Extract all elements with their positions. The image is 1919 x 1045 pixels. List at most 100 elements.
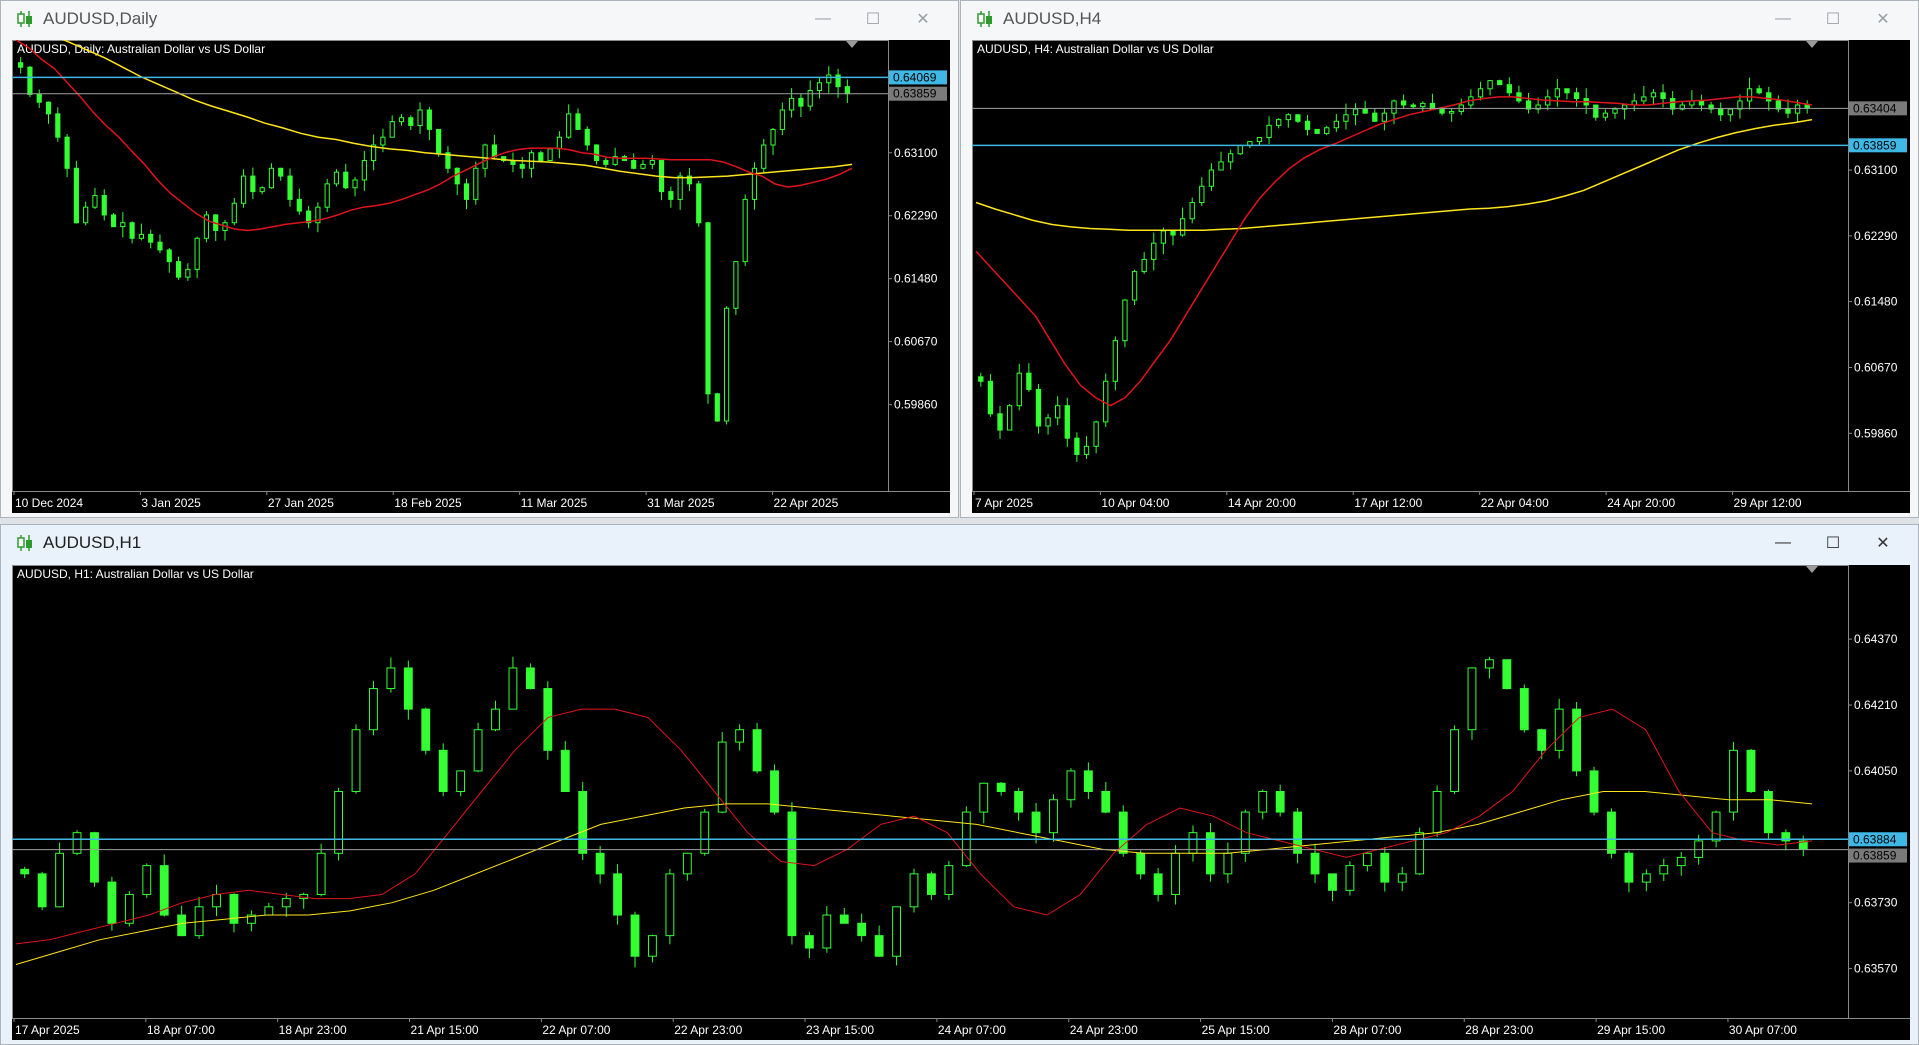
y-tick-label: 0.64050 — [1854, 764, 1898, 778]
candle-body-bear — [18, 62, 24, 68]
candle-body-bear — [578, 791, 588, 854]
candle — [1171, 845, 1180, 905]
candle — [987, 374, 994, 417]
price-chart-daily[interactable]: AUDUSD, Daily: Australian Dollar vs US D… — [12, 40, 950, 513]
candle-body-bear — [1362, 108, 1368, 114]
candle-body-bull — [1794, 104, 1801, 114]
chart-area-daily[interactable]: AUDUSD, Daily: Australian Dollar vs US D… — [12, 40, 950, 513]
candle-body-bull — [1199, 185, 1205, 204]
candle-body-bull — [417, 109, 423, 127]
candle — [436, 128, 442, 157]
titlebar-daily[interactable]: AUDUSD,Daily — ☐ ✕ — [1, 1, 958, 37]
candle — [138, 223, 144, 241]
candle-body-bear — [1660, 92, 1666, 100]
candle — [1112, 336, 1118, 391]
candle — [1381, 108, 1388, 131]
candle-body-bear — [20, 868, 30, 875]
maximize-button[interactable]: ☐ — [1808, 1, 1858, 37]
titlebar-h4[interactable]: AUDUSD,H4 — ☐ ✕ — [961, 1, 1918, 37]
candle — [1763, 789, 1773, 840]
candle — [1227, 149, 1234, 170]
candle — [1276, 118, 1282, 129]
maximize-button[interactable]: ☐ — [1808, 525, 1858, 561]
plot-border — [12, 565, 1849, 1019]
maximize-icon: ☐ — [1825, 535, 1841, 552]
candle-body-bear — [37, 873, 47, 908]
level-price-tag-text: 0.64069 — [893, 70, 937, 84]
window-title: AUDUSD,H1 — [43, 533, 142, 552]
chart-area-h4[interactable]: AUDUSD, H4: Australian Dollar vs US Doll… — [972, 40, 1910, 513]
candle-body-bull — [1487, 80, 1493, 90]
candle-body-bull — [1324, 127, 1330, 134]
candle — [55, 107, 61, 142]
candle — [566, 104, 572, 139]
candle-body-bull — [807, 90, 813, 107]
close-button[interactable]: ✕ — [898, 1, 948, 37]
close-icon: ✕ — [1876, 11, 1890, 28]
candle-body-bear — [519, 163, 525, 169]
candle-body-bull — [369, 688, 378, 731]
candle — [1400, 94, 1407, 110]
candle — [1266, 116, 1272, 145]
candle — [927, 871, 936, 900]
candle-body-bear — [798, 97, 804, 107]
candle-body-bear — [343, 171, 349, 189]
x-tick-label: 31 Mar 2025 — [647, 496, 715, 510]
minimize-button[interactable]: — — [1758, 1, 1808, 37]
candle-body-bull — [682, 852, 692, 875]
candle — [1593, 104, 1599, 121]
y-tick-label: 0.60670 — [1854, 360, 1898, 374]
candle-body-bull — [789, 97, 795, 111]
maximize-button[interactable]: ☐ — [848, 1, 898, 37]
chart-area-h1[interactable]: AUDUSD, H1: Australian Dollar vs US Doll… — [12, 565, 1910, 1040]
candle — [996, 782, 1006, 796]
candle-body-bull — [281, 898, 291, 908]
candle-body-bull — [1141, 258, 1147, 273]
candle-body-bull — [1049, 799, 1058, 834]
candle-body-bull — [816, 82, 823, 92]
y-tick-label: 0.60670 — [894, 335, 938, 349]
titlebar-h1[interactable]: AUDUSD,H1 — ☐ ✕ — [1, 525, 1918, 561]
y-tick-label: 0.63570 — [1854, 962, 1898, 976]
candle — [1689, 90, 1695, 109]
candle — [1468, 89, 1474, 110]
candle-body-bear — [36, 93, 42, 103]
candle — [1612, 107, 1618, 119]
chart-window-daily[interactable]: AUDUSD,Daily — ☐ ✕ AUDUSD, Daily: Austra… — [0, 0, 959, 518]
chart-window-h4[interactable]: AUDUSD,H4 — ☐ ✕ AUDUSD, H4: Australian D… — [960, 0, 1919, 518]
candle — [299, 892, 309, 909]
candle-body-bear — [1380, 852, 1390, 883]
candle — [1729, 742, 1738, 821]
moving-average-fast — [15, 40, 853, 232]
candle — [316, 843, 326, 897]
x-tick-label: 18 Feb 2025 — [394, 496, 462, 510]
candle — [107, 876, 117, 931]
candle — [324, 178, 330, 213]
candle-body-bear — [1031, 811, 1041, 834]
bid-price-tag-text: 0.63859 — [1853, 849, 1897, 863]
minimize-button[interactable]: — — [798, 1, 848, 37]
candle-body-bull — [1188, 832, 1198, 854]
candle-body-bear — [177, 914, 187, 937]
candle-body-bull — [352, 179, 358, 189]
x-tick-label: 28 Apr 23:00 — [1465, 1023, 1533, 1037]
chart-window-h1[interactable]: AUDUSD,H1 — ☐ ✕ AUDUSD, H1: Australian D… — [0, 524, 1919, 1045]
price-chart-h1[interactable]: AUDUSD, H1: Australian Dollar vs US Doll… — [12, 565, 1910, 1040]
candle — [1537, 728, 1547, 760]
candle — [296, 188, 302, 215]
candle — [1624, 850, 1634, 893]
close-button[interactable]: ✕ — [1858, 525, 1908, 561]
close-button[interactable]: ✕ — [1858, 1, 1908, 37]
candle — [352, 176, 358, 197]
price-chart-h4[interactable]: AUDUSD, H4: Australian Dollar vs US Doll… — [972, 40, 1910, 513]
candle-body-bear — [631, 160, 637, 169]
candle — [421, 707, 431, 755]
minimize-button[interactable]: — — [1758, 525, 1808, 561]
candle — [64, 133, 70, 178]
candle-body-bull — [1484, 659, 1494, 669]
candle-body-bear — [1304, 120, 1311, 130]
candle — [473, 722, 483, 773]
candle-body-bull — [1208, 169, 1215, 187]
candle-body-bear — [1083, 770, 1093, 792]
candle — [1275, 784, 1285, 817]
